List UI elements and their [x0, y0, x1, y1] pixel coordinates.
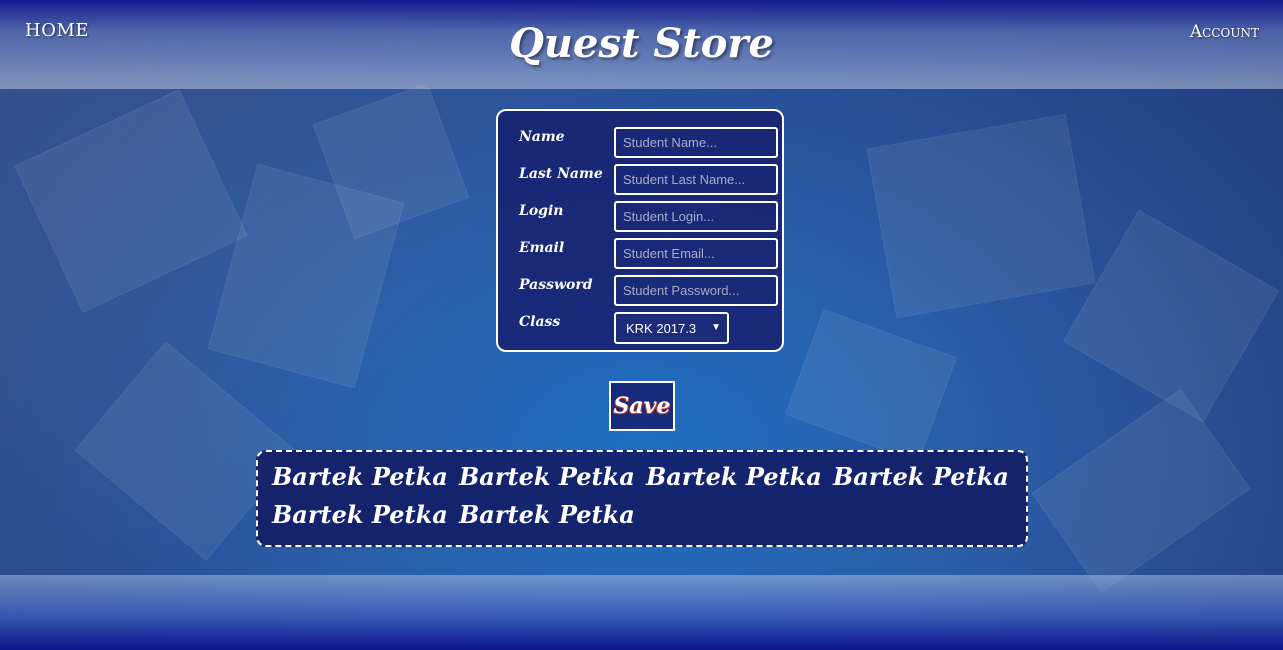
background-shard: [866, 113, 1096, 319]
class-select[interactable]: KRK 2017.3 ▼: [614, 312, 729, 344]
password-input[interactable]: [614, 275, 778, 306]
background-shard: [1062, 209, 1280, 423]
form-row-class: Class KRK 2017.3 ▼: [498, 312, 782, 344]
last-name-label: Last Name: [519, 166, 603, 182]
name-label: Name: [519, 129, 565, 145]
form-row-password: Password: [498, 275, 782, 306]
class-select-value: KRK 2017.3: [626, 321, 697, 336]
background-shard: [1031, 388, 1251, 594]
student-item[interactable]: Bartek Petka: [272, 462, 448, 491]
page-title: Quest Store: [509, 20, 774, 67]
student-form: Name Last Name Login Email Password Clas…: [496, 109, 784, 352]
password-label: Password: [519, 277, 593, 293]
students-list: Bartek Petka Bartek Petka Bartek Petka B…: [256, 450, 1028, 547]
student-item[interactable]: Bartek Petka: [272, 500, 448, 529]
form-row-last-name: Last Name: [498, 164, 782, 195]
student-item[interactable]: Bartek Petka: [459, 462, 635, 491]
save-button[interactable]: Save: [609, 381, 675, 431]
name-input[interactable]: [614, 127, 778, 158]
last-name-input[interactable]: [614, 164, 778, 195]
student-item[interactable]: Bartek Petka: [459, 500, 635, 529]
email-input[interactable]: [614, 238, 778, 269]
student-item[interactable]: Bartek Petka: [646, 462, 822, 491]
email-label: Email: [519, 240, 565, 256]
student-item[interactable]: Bartek Petka: [833, 462, 1009, 491]
login-label: Login: [519, 203, 564, 219]
form-row-login: Login: [498, 201, 782, 232]
footer-bar: [0, 575, 1283, 650]
class-label: Class: [519, 314, 561, 330]
chevron-down-icon: ▼: [711, 322, 721, 333]
background-shard: [785, 309, 957, 463]
background-shard: [14, 89, 248, 313]
form-row-name: Name: [498, 127, 782, 158]
form-row-email: Email: [498, 238, 782, 269]
login-input[interactable]: [614, 201, 778, 232]
